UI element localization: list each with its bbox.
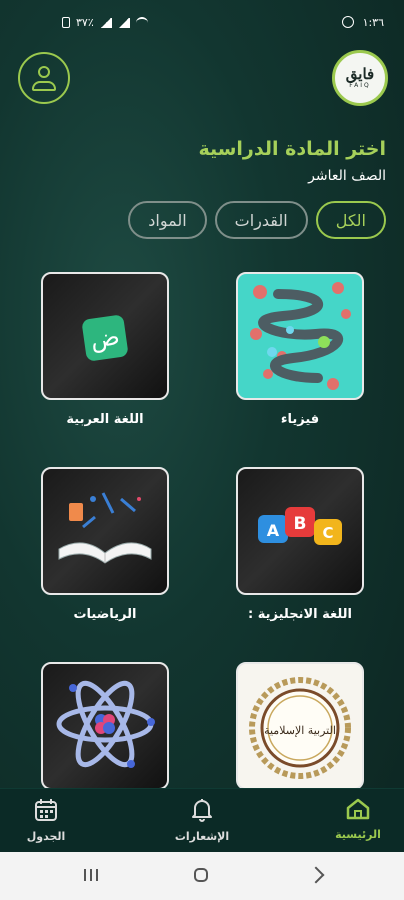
user-icon xyxy=(32,81,56,91)
app-logo: فايق FAIQ xyxy=(332,50,388,106)
subject-label: الرياضيات xyxy=(73,607,137,622)
subject-label: اللغة الانجليزية : xyxy=(248,607,352,622)
subject-card-arabic[interactable]: ض اللغة العربية xyxy=(41,272,169,427)
english-image: A B C xyxy=(236,467,364,595)
open-book-icon xyxy=(58,492,152,564)
islamic-ornament-icon: التربية الإسلامية xyxy=(249,677,351,779)
nav-schedule[interactable]: الجدول xyxy=(6,797,86,843)
subject-card-islamic[interactable]: التربية الإسلامية xyxy=(236,662,364,802)
user-icon-head xyxy=(38,66,50,78)
signal-icon xyxy=(99,17,112,28)
math-image xyxy=(41,467,169,595)
nav-notifications[interactable]: الإشعارات xyxy=(162,797,242,843)
calendar-icon xyxy=(35,799,57,821)
subject-label: اللغة العربية xyxy=(66,412,144,427)
status-bar: ١:٣٦ ٣٧٪ xyxy=(0,0,404,44)
status-time: ١:٣٦ xyxy=(362,16,384,29)
nav-notifications-label: الإشعارات xyxy=(174,830,230,843)
logo-text: فايق xyxy=(345,64,375,83)
subject-label: فيزياء xyxy=(280,412,320,427)
nav-home-label: الرئيسية xyxy=(335,828,381,841)
abc-c: C xyxy=(322,524,333,542)
wifi-icon xyxy=(135,16,148,29)
arabic-image: ض xyxy=(41,272,169,400)
back-icon[interactable] xyxy=(307,866,325,884)
abc-icon: A B C xyxy=(258,507,342,545)
subject-card-chemistry[interactable] xyxy=(41,662,169,802)
signal-icon-2 xyxy=(117,17,130,28)
battery-percent: ٣٧٪ xyxy=(76,16,94,29)
subject-card-english[interactable]: A B C اللغة الانجليزية : xyxy=(236,467,364,622)
bell-icon xyxy=(192,799,212,822)
battery-icon xyxy=(62,17,70,28)
islamic-title: التربية الإسلامية xyxy=(264,724,336,737)
page-title: اختر المادة الدراسية xyxy=(198,138,386,160)
filter-subjects[interactable]: المواد xyxy=(128,201,207,239)
alarm-icon xyxy=(342,16,354,28)
atom-icon xyxy=(56,680,155,768)
system-nav-bar xyxy=(0,852,404,900)
grade-subtitle: الصف العاشر xyxy=(308,168,386,184)
bottom-nav: الرئيسية الإشعارات الجدول xyxy=(0,788,404,853)
abc-b: B xyxy=(294,514,307,534)
physics-image xyxy=(236,272,364,400)
profile-button[interactable] xyxy=(18,52,70,104)
abc-a: A xyxy=(267,521,280,540)
arabic-letter-icon: ض xyxy=(81,314,129,362)
filter-abilities[interactable]: القدرات xyxy=(214,201,308,239)
filter-all[interactable]: الكل xyxy=(315,201,386,239)
subject-card-physics[interactable]: فيزياء xyxy=(236,272,364,427)
home-icon xyxy=(346,798,370,820)
logo-subtext: FAIQ xyxy=(349,81,371,89)
recents-icon[interactable] xyxy=(84,869,98,881)
system-home-icon[interactable] xyxy=(194,868,208,882)
system-icons: ٣٧٪ xyxy=(62,16,148,29)
filter-pills: الكل القدرات المواد xyxy=(128,201,386,239)
nav-home[interactable]: الرئيسية xyxy=(318,797,398,841)
islamic-image: التربية الإسلامية xyxy=(236,662,364,790)
nav-schedule-label: الجدول xyxy=(26,830,66,843)
atom-image xyxy=(41,662,169,790)
subject-card-math[interactable]: الرياضيات xyxy=(41,467,169,622)
physics-spring-icon xyxy=(250,282,351,390)
